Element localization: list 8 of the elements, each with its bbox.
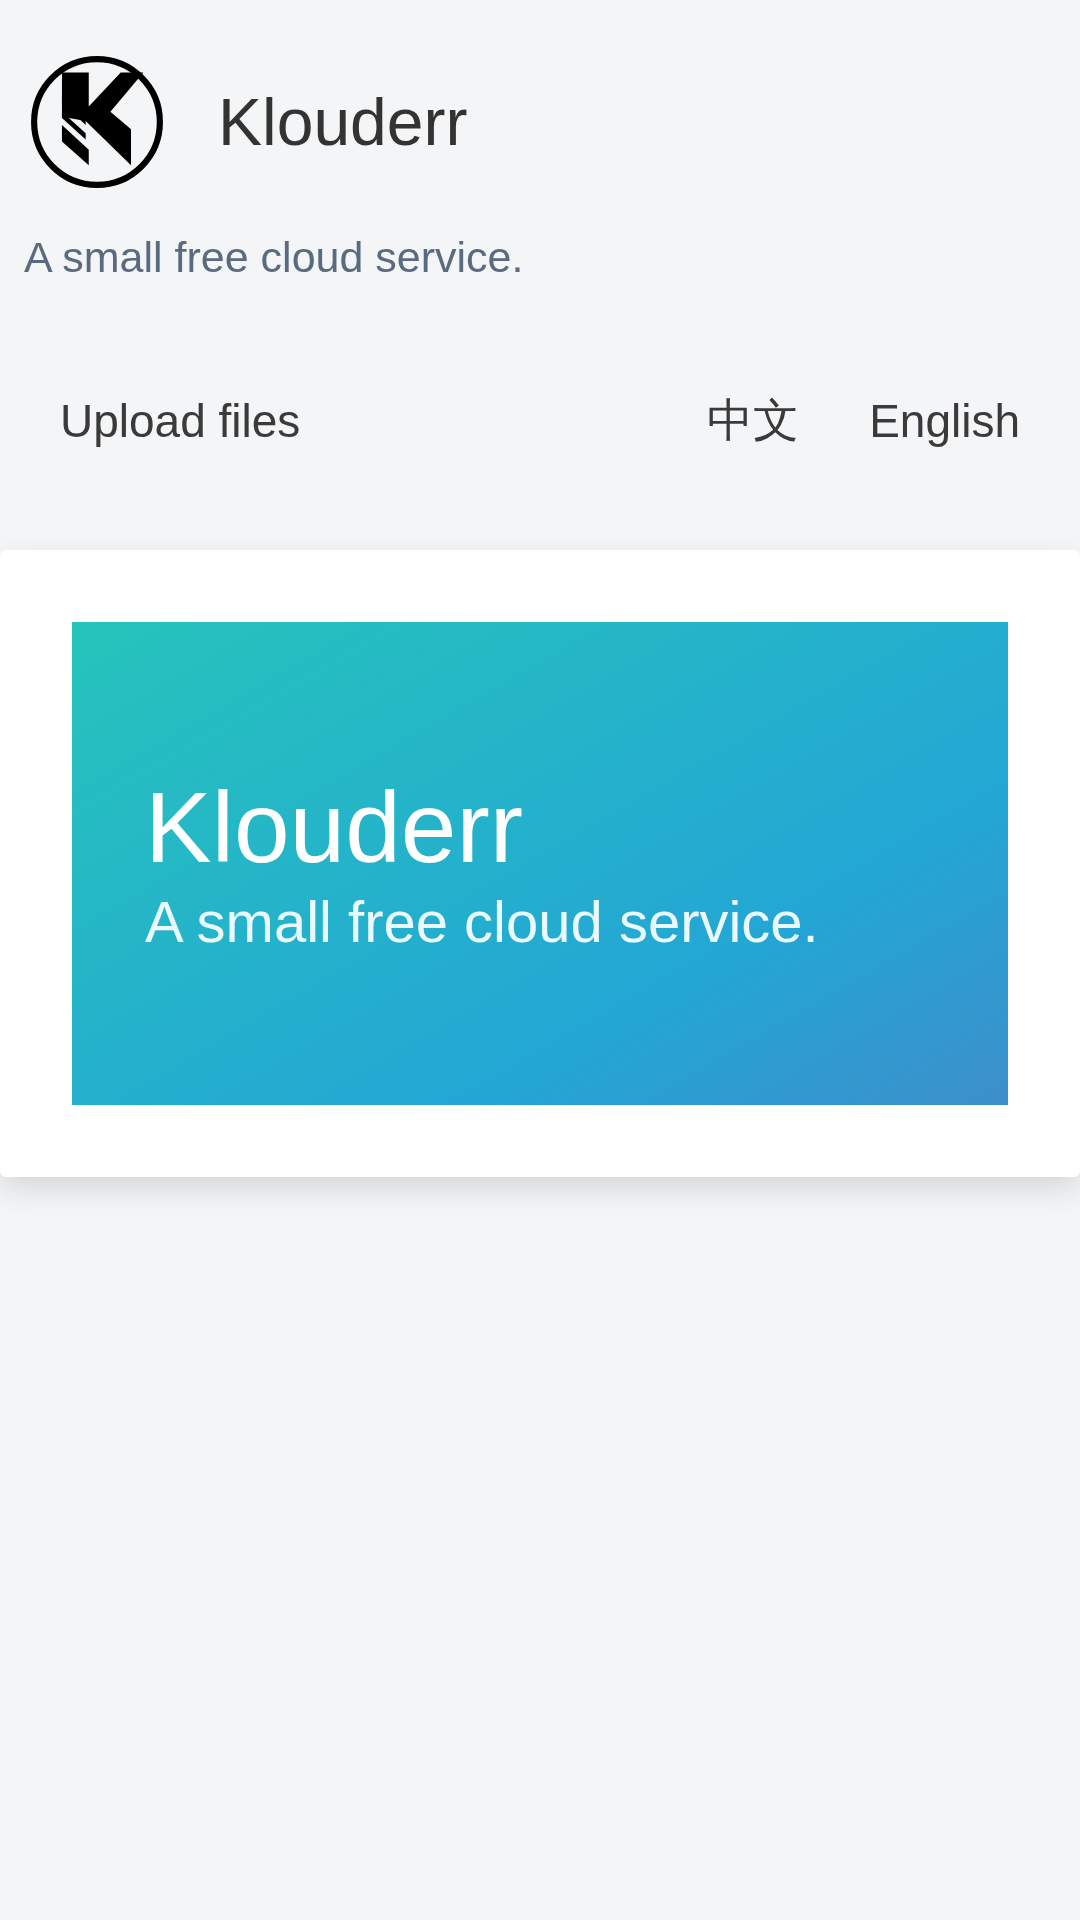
hero-subtitle: A small free cloud service. xyxy=(145,888,820,955)
hero-title: Klouderr xyxy=(145,772,524,882)
site-title: Klouderr xyxy=(218,84,468,160)
language-link[interactable]: English xyxy=(869,394,1020,448)
nav-link[interactable]: Upload files xyxy=(60,394,301,448)
language-link[interactable]: 中文 xyxy=(707,390,800,452)
logo-icon xyxy=(30,55,164,189)
site-tagline: A small free cloud service. xyxy=(24,233,525,282)
